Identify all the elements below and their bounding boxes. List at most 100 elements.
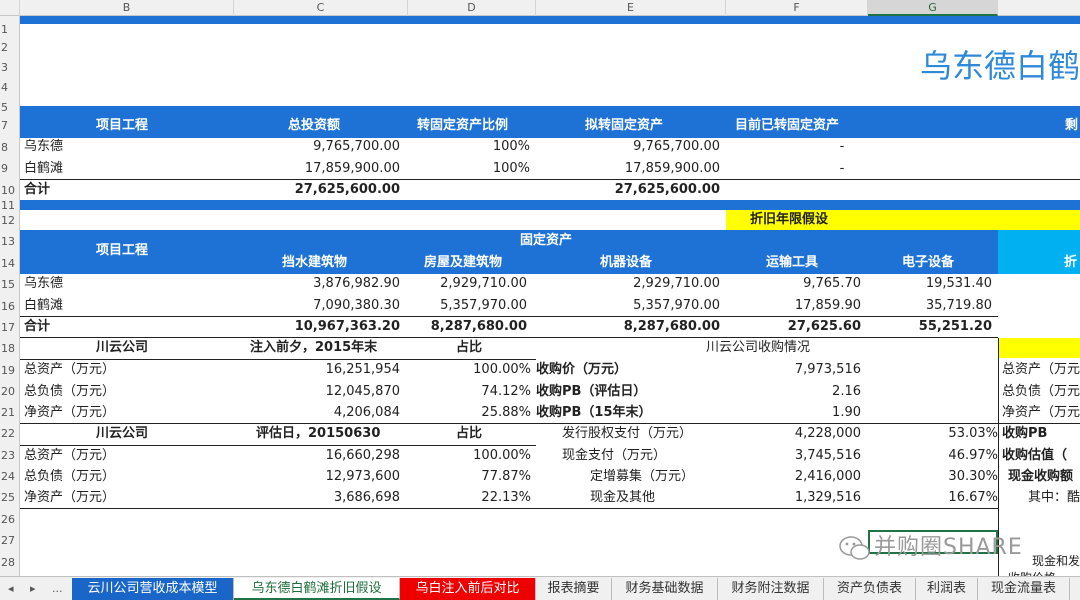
tab-revenue-model[interactable]: 云川公司营收成本模型 <box>72 578 234 600</box>
t1-header-remaining: 剩 <box>1065 118 1079 133</box>
column-header-d[interactable]: D <box>408 0 536 16</box>
row-header[interactable]: 3 <box>0 58 20 78</box>
row-header[interactable]: 21 <box>0 403 20 423</box>
row-header[interactable]: 24 <box>0 467 20 487</box>
pay-label: 定增募集（万元） <box>590 469 695 484</box>
t1-row-ratio: 100% <box>492 161 530 176</box>
tab-comparison[interactable]: 乌白注入前后对比 <box>400 578 536 600</box>
sheet-title: 乌东德白鹤 <box>920 47 1080 85</box>
tab-scroll-left-icon[interactable]: ◂ <box>8 578 14 600</box>
column-header-f[interactable]: F <box>726 0 868 16</box>
cy2-header-ratio: 占比 <box>456 426 483 441</box>
t2-total-value: 8,287,680.00 <box>430 319 527 334</box>
t1-row-current: - <box>839 139 845 154</box>
pay-ratio: 16.67% <box>948 490 998 505</box>
cy1-header-company: 川云公司 <box>96 340 149 355</box>
cy1-row-label: 净资产（万元） <box>24 405 116 420</box>
row-header[interactable]: 25 <box>0 488 20 508</box>
pay-ratio: 46.97% <box>948 448 998 463</box>
t2-row-value: 19,531.40 <box>925 276 992 291</box>
column-header-e[interactable]: E <box>536 0 726 16</box>
tab-depreciation[interactable]: 乌东德白鹤滩折旧假设 <box>234 578 400 600</box>
row-header[interactable]: 19 <box>0 361 20 381</box>
cy2-row-label: 总负债（万元） <box>24 469 116 484</box>
t1-total-planned: 27,625,600.00 <box>614 182 720 197</box>
t2-total-value: 55,251.20 <box>918 319 992 334</box>
table1-header-band <box>20 106 1080 138</box>
tab-scroll-right-icon[interactable]: ▸ <box>30 578 36 600</box>
t2-total-value: 8,287,680.00 <box>623 319 720 334</box>
t2-row-value: 9,765.70 <box>803 276 861 291</box>
row-header[interactable]: 14 <box>0 254 20 274</box>
pay-value: 2,416,000 <box>794 469 861 484</box>
pay-ratio: 30.30% <box>948 469 998 484</box>
t2-bottom-rule <box>20 337 998 338</box>
select-all-corner[interactable] <box>0 0 20 16</box>
t1-row-current: - <box>839 161 845 176</box>
cy1-header-period: 注入前夕，2015年末 <box>250 340 378 355</box>
row-header[interactable]: 18 <box>0 339 20 359</box>
tab-notes[interactable]: 财务附注数据 <box>718 578 824 600</box>
tab-summary[interactable]: 报表摘要 <box>536 578 612 600</box>
t1-header-project: 项目工程 <box>96 118 149 133</box>
spreadsheet-grid[interactable]: 乌东德白鹤 项目工程 总投资额 转固定资产比例 拟转固定资产 目前已转固定资产 … <box>20 16 1080 576</box>
right-label-lower: 收购价格 <box>1008 568 1056 576</box>
tab-income[interactable]: 利润表 <box>916 578 978 600</box>
row-header[interactable]: 9 <box>0 159 20 179</box>
right-label: 收购估值（ <box>1002 448 1068 463</box>
row-header[interactable]: 17 <box>0 318 20 338</box>
t1-row-name: 乌东德 <box>24 139 64 154</box>
t2-row-value: 5,357,970.00 <box>633 298 720 313</box>
row-header[interactable]: 4 <box>0 78 20 98</box>
row-header[interactable]: 13 <box>0 232 20 252</box>
right-label: 总负债（万元 <box>1002 384 1080 399</box>
pay-rule <box>536 508 998 509</box>
row-header[interactable]: 5 <box>0 98 20 118</box>
t1-row-ratio: 100% <box>492 139 530 154</box>
row-header[interactable]: 1 <box>0 20 20 40</box>
row-header[interactable]: 2 <box>0 38 20 58</box>
column-header-g[interactable]: G <box>868 0 998 16</box>
t2-row-value: 2,929,710.00 <box>440 276 527 291</box>
pay-value: 1,329,516 <box>794 490 861 505</box>
column-header-c[interactable]: C <box>234 0 408 16</box>
cy1-row-ratio: 25.88% <box>481 405 531 420</box>
t2-total-label: 合计 <box>24 319 51 334</box>
cy2-row-label: 总资产（万元） <box>24 448 116 463</box>
tab-more-icon[interactable]: ... <box>52 578 63 600</box>
cy2-row-ratio: 22.13% <box>481 490 531 505</box>
depreciation-assumption-label: 折旧年限假设 <box>750 212 829 227</box>
tab-cashflow[interactable]: 现金流量表 <box>978 578 1070 600</box>
row-header[interactable]: 16 <box>0 297 20 317</box>
row-header[interactable]: 22 <box>0 424 20 444</box>
row-header[interactable]: 28 <box>0 553 20 573</box>
t1-header-planned: 拟转固定资产 <box>585 118 664 133</box>
cy2-header-period: 评估日，20150630 <box>256 426 381 441</box>
cy1-row-value: 16,251,954 <box>325 362 400 377</box>
tab-balance-sheet[interactable]: 资产负债表 <box>824 578 916 600</box>
column-header-b[interactable]: B <box>20 0 234 16</box>
tab-financial-base[interactable]: 财务基础数据 <box>612 578 718 600</box>
t1-header-ratio: 转固定资产比例 <box>417 118 509 133</box>
t2-total-value: 27,625.60 <box>787 319 861 334</box>
pay-label: 发行股权支付（万元） <box>562 426 693 441</box>
row-header[interactable]: 8 <box>0 138 20 158</box>
t2-header-col: 挡水建筑物 <box>282 255 348 270</box>
cy1-row-ratio: 74.12% <box>481 384 531 399</box>
row-header[interactable]: 27 <box>0 531 20 551</box>
top-blue-band <box>20 16 1080 24</box>
right-yellow-header <box>998 338 1080 358</box>
t2-header-col: 电子设备 <box>902 255 955 270</box>
table2-header-band <box>20 230 998 274</box>
row-header[interactable]: 15 <box>0 275 20 295</box>
pay-label: 现金及其他 <box>590 490 656 505</box>
cy2-row-ratio: 100.00% <box>473 448 531 463</box>
row-header[interactable]: 23 <box>0 446 20 466</box>
column-header-bar: B C D E F G <box>0 0 1080 16</box>
cy1-row-value: 12,045,870 <box>325 384 400 399</box>
row-header[interactable]: 26 <box>0 510 20 530</box>
row-header[interactable]: 7 <box>0 116 20 136</box>
row-header[interactable]: 12 <box>0 211 20 231</box>
t2-header-extra-label: 折 <box>1064 255 1078 270</box>
row-header[interactable]: 20 <box>0 382 20 402</box>
